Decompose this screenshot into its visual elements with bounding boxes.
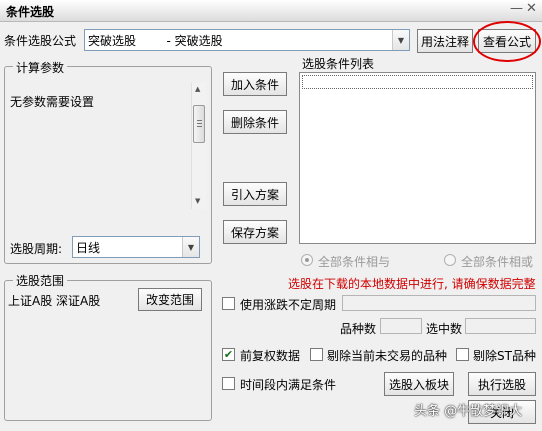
logic-or-radio[interactable]	[444, 254, 456, 266]
params-group-title: 计算参数	[13, 59, 68, 76]
logic-or-label: 全部条件相或	[461, 255, 534, 269]
grip-line	[197, 126, 202, 127]
list-focus-row[interactable]	[302, 75, 533, 89]
data-notice: 选股在下载的本地数据中进行, 请确保数据完整	[288, 277, 536, 291]
chevron-down-icon[interactable]: ▼	[392, 30, 409, 50]
period-select[interactable]: 日线 ▼	[72, 236, 200, 258]
time-window-label: 时间段内满足条件	[240, 378, 337, 392]
pre-adjust-checkbox[interactable]: ✔	[222, 348, 235, 361]
scroll-up-icon[interactable]: ▲	[195, 85, 200, 93]
exclude-untraded-checkbox[interactable]	[310, 348, 323, 361]
pre-adjust-label: 前复权数据	[240, 349, 301, 363]
view-formula-button[interactable]: 查看公式	[478, 29, 536, 53]
scope-value: 上证A股 深证A股	[8, 294, 101, 308]
period-select-value: 日线	[76, 240, 101, 255]
window-title: 条件选股	[6, 5, 55, 19]
scroll-thumb[interactable]	[193, 105, 205, 143]
formula-select[interactable]: 突破选股 - 突破选股 ▼	[84, 29, 410, 51]
import-plan-button[interactable]: 引入方案	[223, 182, 287, 206]
period-label: 选股周期:	[10, 242, 63, 256]
selected-count-field	[465, 318, 536, 334]
scroll-down-icon[interactable]: ▼	[195, 197, 200, 205]
title-bar	[0, 0, 542, 22]
chevron-down-icon[interactable]: ▼	[182, 237, 199, 257]
grip-line	[197, 123, 202, 124]
condition-list-label: 选股条件列表	[302, 57, 375, 71]
usage-notes-button[interactable]: 用法注释	[417, 29, 473, 53]
exclude-st-label: 剔除ST品种	[473, 349, 536, 363]
params-message: 无参数需要设置	[10, 95, 95, 109]
formula-select-value: 突破选股 - 突破选股	[88, 33, 223, 48]
formula-label: 条件选股公式	[4, 34, 77, 48]
selected-count-label: 选中数	[426, 322, 463, 336]
logic-and-radio[interactable]	[301, 254, 313, 266]
variable-period-input[interactable]	[342, 295, 536, 311]
params-scrollbar[interactable]: ▲ ▼	[191, 83, 206, 209]
exclude-untraded-label: 剔除当前未交易的品种	[327, 349, 448, 363]
change-scope-button[interactable]: 改变范围	[138, 288, 202, 311]
minimize-icon[interactable]: —	[510, 1, 523, 16]
delete-condition-button[interactable]: 删除条件	[223, 110, 287, 134]
execute-button[interactable]: 执行选股	[468, 372, 536, 396]
close-icon[interactable]: ✕	[526, 1, 537, 16]
add-to-board-button[interactable]: 选股入板块	[384, 372, 454, 396]
grip-line	[197, 120, 202, 121]
scope-group-title: 选股范围	[13, 272, 68, 289]
count-label: 品种数	[340, 322, 377, 336]
variable-period-label: 使用涨跌不定周期	[240, 298, 337, 312]
logic-and-label: 全部条件相与	[318, 255, 391, 269]
add-condition-button[interactable]: 加入条件	[223, 72, 287, 96]
condition-list[interactable]	[299, 72, 536, 244]
count-field	[380, 318, 422, 334]
watermark-text: 头条 @牛散梦识大	[414, 404, 523, 419]
time-window-checkbox[interactable]	[222, 377, 235, 390]
exclude-st-checkbox[interactable]	[456, 348, 469, 361]
save-plan-button[interactable]: 保存方案	[223, 220, 287, 244]
variable-period-checkbox[interactable]	[222, 297, 235, 310]
